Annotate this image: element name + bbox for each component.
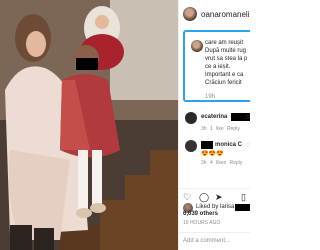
share-send-icon[interactable]: ➤ [215,192,225,202]
add-comment-input[interactable]: Add a comment... [179,232,250,250]
commenter-avatar[interactable] [185,112,197,124]
commenter-name[interactable]: ecaterina [201,114,227,120]
likes-count[interactable]: 6,039 others [183,211,218,217]
christmas-photo-illustration [0,0,178,250]
author-avatar[interactable] [183,7,197,21]
caption-line: ce a ieșit. [205,64,231,70]
caption-line: Crăciun fericit [205,80,242,86]
caption-line: care am reușit [205,40,244,46]
post-time-ago: 19 HOURS AGO [183,220,221,226]
caption-line: vrut sa stea la p [205,56,248,62]
redaction-bar [235,204,250,211]
actions-divider [179,188,250,189]
like-heart-icon[interactable]: ♡ [183,192,193,202]
author-username[interactable]: oanaromanelis [201,10,250,19]
caption-timestamp: 19h [205,94,216,100]
commenter-avatar[interactable] [185,140,197,152]
post-photo[interactable] [0,0,178,250]
comment-meta: 3h 1 like Reply [201,126,240,132]
caption-avatar[interactable] [191,40,203,52]
caption-line: După multe rug [205,48,247,54]
post-actions: ♡ ◯ ➤ [183,192,225,202]
like-heart-icon[interactable]: ♡ [245,114,250,121]
caption-highlight-box: care am reușit După multe rug vrut sa st… [183,30,250,102]
comment-likes[interactable]: 4 likes [210,160,226,166]
bookmark-icon[interactable]: ▯ [241,192,246,203]
comment-reply[interactable]: Reply [227,126,240,132]
post-header: oanaromanelis [179,0,250,28]
liked-by-text[interactable]: Liked by larisa [196,204,234,210]
comment-emojis: 😍😍😍 [201,151,224,157]
comment-time: 3h [201,160,207,166]
comment-reply[interactable]: Reply [230,160,243,166]
caption-line: Important e ca [205,72,244,78]
comment-likes[interactable]: 1 like [210,126,224,132]
comment-bubble-icon[interactable]: ◯ [199,192,209,202]
comment-meta: 3h 4 likes Reply [201,160,242,166]
like-heart-icon[interactable]: ♡ [245,142,250,149]
commenter-name[interactable]: monica C [215,142,242,148]
caption-text: care am reușit După multe rug vrut sa st… [205,39,250,87]
post-side-panel: oanaromanelis care am reușit După multe … [178,0,250,250]
redaction-bar [201,141,213,149]
comment-time: 3h [201,126,207,132]
